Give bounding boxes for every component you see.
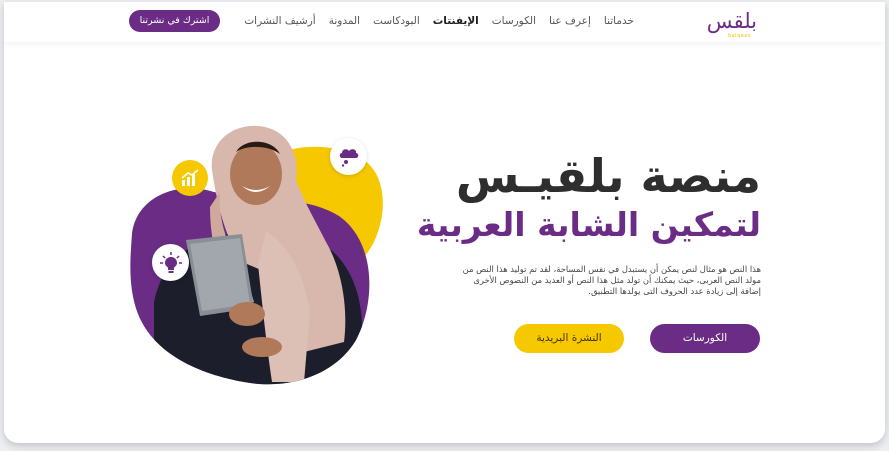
lightbulb-icon bbox=[152, 244, 189, 281]
site-logo[interactable]: بلقس balqees bbox=[699, 8, 757, 39]
top-navbar: بلقس balqees خدماتنا إعرف عنا الكورسات ا… bbox=[4, 2, 885, 42]
nav-item-podcast[interactable]: البودكاست bbox=[373, 14, 420, 28]
purple-blob bbox=[130, 188, 370, 385]
hero-subtitle: لتمكين الشابة العربية bbox=[416, 205, 761, 244]
hero-heading-block: منصة بلقيـس لتمكين الشابة العربية bbox=[416, 149, 761, 246]
nav-item-about[interactable]: إعرف عنا bbox=[549, 14, 591, 28]
courses-button[interactable]: الكورسات bbox=[650, 324, 760, 353]
hero-paragraph: هذا النص هو مثال لنص يمكن أن يستبدل في ن… bbox=[462, 264, 761, 296]
thought-bubble-icon bbox=[330, 138, 367, 175]
logo-text: بلقس bbox=[706, 9, 757, 33]
subscribe-button[interactable]: اشترك في نشرتنا bbox=[129, 10, 220, 32]
nav-item-newsletter-archive[interactable]: أرشيف النشرات bbox=[244, 14, 315, 28]
logo-subtext: balqees bbox=[727, 33, 751, 39]
nav-item-blog[interactable]: المدونة bbox=[329, 14, 360, 28]
nav-item-events[interactable]: الإيفنتات bbox=[433, 14, 479, 28]
main-menu: خدماتنا إعرف عنا الكورسات الإيفنتات البو… bbox=[244, 14, 634, 28]
newsletter-button[interactable]: النشرة البريدية bbox=[514, 324, 624, 353]
nav-item-services[interactable]: خدماتنا bbox=[604, 14, 634, 28]
nav-item-courses[interactable]: الكورسات bbox=[492, 14, 536, 28]
page-frame: بلقس balqees خدماتنا إعرف عنا الكورسات ا… bbox=[4, 2, 885, 443]
chart-growth-icon bbox=[172, 160, 208, 196]
hero-title: منصة بلقيـس bbox=[455, 149, 761, 203]
